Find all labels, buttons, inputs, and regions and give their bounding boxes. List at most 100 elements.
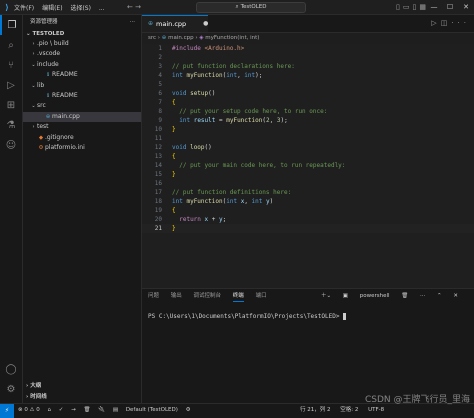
gear-icon[interactable]: ⚙ [186, 407, 191, 413]
tree-item[interactable]: ⌄ lib [23, 81, 141, 91]
split-editor-icon[interactable]: ◫ [441, 19, 452, 27]
code-line[interactable]: 12 void loop() [142, 143, 474, 152]
code-line[interactable]: 2 [142, 53, 474, 62]
editor-more-icon[interactable]: ··· [451, 19, 470, 27]
timeline-section[interactable]: › 时间线 [23, 392, 144, 402]
menu-edit[interactable]: 编辑(E) [42, 5, 62, 12]
terminal-output[interactable]: PS C:\Users\1\Documents\PlatformIO\Proje… [142, 313, 474, 320]
platformio-icon[interactable]: ☺ [0, 135, 22, 155]
code-line[interactable]: 20 return x + y; [142, 215, 474, 224]
tab-ports[interactable]: 端口 [256, 293, 267, 299]
clean-icon[interactable]: 🗑 [84, 407, 91, 413]
tree-item[interactable]: ⚙ platformio.ini [23, 143, 141, 153]
run-icon[interactable]: ▷ [431, 19, 440, 27]
tree-item[interactable]: ℹ README [23, 91, 141, 101]
testing-icon[interactable]: ⚗ [0, 115, 22, 135]
code-line[interactable]: 21} [142, 224, 474, 233]
terminal-icon[interactable]: ▤ [113, 407, 118, 413]
breadcrumb-src[interactable]: src [148, 35, 156, 41]
code-line[interactable]: 9 int result = myFunction(2, 3); [142, 116, 474, 125]
tree-item-label: README [52, 91, 78, 99]
tab-close-icon[interactable]: ● [203, 16, 208, 32]
maximize-button[interactable]: ☐ [442, 0, 458, 14]
tree-item[interactable]: ℹ README [23, 70, 141, 80]
code-editor[interactable]: 1 #include <Arduino.h> 2 3 // put function d… [142, 44, 474, 288]
breadcrumb-symbol[interactable]: myFunction(int, int) [205, 35, 259, 41]
line-number: 16 [154, 180, 162, 187]
code-line[interactable]: 6 void setup() [142, 89, 474, 98]
code-line[interactable]: 17 // put function definitions here: [142, 188, 474, 197]
search-view-icon[interactable]: ⌕ [0, 35, 22, 55]
tab-output[interactable]: 输出 [171, 293, 182, 299]
line-number: 19 [154, 207, 162, 214]
tab-problems[interactable]: 问题 [148, 293, 159, 299]
code-line[interactable]: 7{ [142, 98, 474, 107]
menu-more[interactable]: ... [99, 5, 105, 12]
terminal-shell-label[interactable]: powershell [360, 293, 390, 299]
tree-item[interactable]: ◆ .gitignore [23, 133, 141, 143]
remote-indicator[interactable]: ⚡ [0, 404, 14, 418]
settings-gear-icon[interactable]: ⚙ [0, 379, 22, 399]
trash-icon[interactable]: 🗑 [401, 293, 408, 299]
tree-item-label: README [52, 71, 78, 79]
minimize-button[interactable]: — [426, 0, 442, 14]
code-line[interactable]: 3 // put function declarations here: [142, 62, 474, 71]
code-text: { [172, 153, 176, 160]
code-text: } [172, 171, 176, 178]
code-line[interactable]: 13 { [142, 152, 474, 161]
tree-item[interactable]: › .vscode [23, 49, 141, 59]
upload-icon[interactable]: → [71, 407, 76, 413]
menu-file[interactable]: 文件(F) [14, 5, 34, 12]
back-arrow-icon[interactable]: ← [127, 3, 133, 11]
forward-arrow-icon[interactable]: → [135, 3, 141, 11]
project-root[interactable]: ⌄ TESTOLED [23, 29, 141, 39]
code-line[interactable]: 15} [142, 170, 474, 179]
breadcrumb-file[interactable]: main.cpp [168, 35, 194, 41]
problems-counter[interactable]: ⊗ 0 ⚠ 0 [18, 407, 40, 413]
code-line[interactable]: 1 #include <Arduino.h> [142, 44, 474, 53]
encoding[interactable]: UTF-8 [368, 407, 384, 413]
outline-section[interactable]: › 大纲 [23, 381, 144, 391]
layout-controls: ▯▭▯▦ [396, 3, 429, 11]
panel-more-icon[interactable]: ··· [420, 293, 425, 299]
tree-item[interactable]: ⌄ src [23, 101, 141, 111]
indentation[interactable]: 空格: 2 [340, 407, 358, 413]
tab-main-cpp[interactable]: ⊕ main.cpp ● [142, 15, 208, 32]
more-actions-icon[interactable]: ··· [130, 15, 135, 29]
code-line[interactable]: 18 int myFunction(int x, int y) [142, 197, 474, 206]
account-icon[interactable]: ◯ [0, 359, 22, 379]
code-line[interactable]: 10} [142, 125, 474, 134]
source-control-icon[interactable]: ⑂ [0, 55, 22, 75]
build-icon[interactable]: ✓ [59, 407, 64, 413]
code-line[interactable]: 4 int myFunction(int, int); [142, 71, 474, 80]
code-line[interactable]: 11 [142, 134, 474, 143]
run-debug-icon[interactable]: ▷ [0, 75, 22, 95]
code-line[interactable]: 5 [142, 80, 474, 89]
extensions-icon[interactable]: ⊞ [0, 95, 22, 115]
serial-monitor-icon[interactable]: 🔌 [98, 407, 105, 413]
environment-selector[interactable]: Default (TestOLED) [126, 407, 178, 413]
tree-item[interactable]: ⊕ main.cpp [23, 111, 141, 123]
code-text: #include <Arduino.h> [172, 45, 245, 52]
code-line[interactable]: 8 // put your setup code here, to run on… [142, 107, 474, 116]
tree-item[interactable]: › .pio \ build [23, 39, 141, 49]
code-line[interactable]: 16 [142, 179, 474, 188]
maximize-panel-icon[interactable]: ⌃ [437, 293, 442, 299]
git-file-icon: ◆ [38, 134, 44, 141]
cursor-position[interactable]: 行 21，列 2 [300, 407, 331, 413]
command-center-search[interactable]: ⌕ TestOLED [196, 2, 306, 13]
code-line[interactable]: 14 // put your main code here, to run re… [142, 161, 474, 170]
close-panel-icon[interactable]: ✕ [453, 293, 458, 299]
tab-debug-console[interactable]: 调试控制台 [194, 293, 222, 299]
menu-selection[interactable]: 选择(S) [70, 5, 91, 12]
close-button[interactable]: ✕ [458, 0, 474, 14]
code-line[interactable]: 19 { [142, 206, 474, 215]
platformio-home-icon[interactable]: ⌂ [48, 407, 52, 413]
tab-terminal[interactable]: 终端 [232, 293, 244, 302]
tree-item[interactable]: › test [23, 122, 141, 132]
explorer-icon[interactable]: ❐ [0, 15, 22, 35]
toggle-sidebar-icon[interactable]: ▯ [396, 3, 403, 11]
line-number: 2 [158, 54, 162, 61]
tree-item[interactable]: ⌄ include [23, 60, 141, 70]
new-terminal-icon[interactable]: ＋⌄ [321, 293, 331, 299]
